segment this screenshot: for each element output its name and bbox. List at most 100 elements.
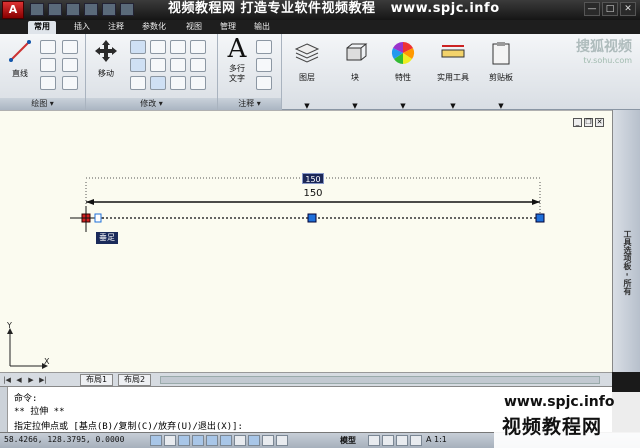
undo-icon[interactable]	[84, 3, 98, 16]
modify-panel-title[interactable]: 修改 ▾	[86, 98, 217, 110]
application-menu-button[interactable]: A	[2, 1, 24, 19]
tab-manage[interactable]: 管理	[214, 21, 242, 34]
annotation-panel-title[interactable]: 注释 ▾	[218, 98, 281, 110]
tab-annotate[interactable]: 注释	[102, 21, 130, 34]
layers-button[interactable]: 图层 ▼	[286, 38, 328, 110]
quick-properties-toggle[interactable]	[276, 435, 288, 446]
zoom-icon[interactable]	[410, 435, 422, 446]
tab-insert[interactable]: 插入	[68, 21, 96, 34]
osnap-toggle[interactable]	[206, 435, 218, 446]
ellipse-icon[interactable]	[40, 76, 56, 90]
plot-icon[interactable]	[120, 3, 134, 16]
chevron-down-icon: ▼	[352, 102, 358, 110]
rectangle-icon[interactable]	[62, 76, 78, 90]
dimension-icon[interactable]	[256, 40, 272, 54]
block-button[interactable]: 块 ▼	[334, 38, 376, 110]
horizontal-scrollbar[interactable]	[160, 376, 600, 384]
first-tab-icon[interactable]: |◀	[2, 375, 12, 385]
banner-text: 视频教程网 打造专业软件视频教程	[168, 1, 376, 16]
hatch-icon[interactable]	[62, 58, 78, 72]
ducs-toggle[interactable]	[234, 435, 246, 446]
perpendicular-snap-marker	[94, 213, 102, 223]
tab-layout1[interactable]: 布局1	[80, 374, 114, 386]
title-bar: A 视频教程网 打造专业软件视频教程 www.spjc.info — □ ✕	[0, 0, 640, 20]
fillet-icon[interactable]	[170, 58, 186, 72]
draw-panel: 直线 绘图 ▾	[0, 34, 86, 110]
restore-icon[interactable]: ❐	[584, 118, 593, 127]
ribbon: 直线 绘图 ▾ 移动 修改 ▾ A 多行 文字 注释 ▾ 图层 ▼ 块 ▼ 特性…	[0, 34, 640, 110]
erase-icon[interactable]	[190, 40, 206, 54]
move-tool[interactable]: 移动	[90, 38, 122, 79]
annotation-scale[interactable]: A 1:1	[426, 435, 447, 444]
open-icon[interactable]	[48, 3, 62, 16]
tool-palette-strip[interactable]: 工具选项板 - 所有	[612, 110, 640, 372]
offset-icon[interactable]	[170, 76, 186, 90]
scale-icon[interactable]	[130, 76, 146, 90]
grid-toggle[interactable]	[164, 435, 176, 446]
tab-layout2[interactable]: 布局2	[118, 374, 152, 386]
quick-view-icon[interactable]	[382, 435, 394, 446]
leader-icon[interactable]	[256, 58, 272, 72]
pan-icon[interactable]	[396, 435, 408, 446]
prev-tab-icon[interactable]: ◀	[14, 375, 24, 385]
watermark: www.spjc.info 视频教程网	[494, 392, 640, 448]
extend-icon[interactable]	[190, 76, 206, 90]
array-icon[interactable]	[150, 76, 166, 90]
end-grip	[535, 213, 545, 223]
save-icon[interactable]	[66, 3, 80, 16]
otrack-toggle[interactable]	[220, 435, 232, 446]
arc-icon[interactable]	[62, 40, 78, 54]
mtext-tool[interactable]: A 多行 文字	[222, 36, 252, 84]
tab-output[interactable]: 输出	[248, 21, 276, 34]
banner-url: www.spjc.info	[390, 1, 500, 16]
utilities-button[interactable]: 实用工具 ▼	[430, 38, 476, 110]
polar-toggle[interactable]	[192, 435, 204, 446]
clipboard-button[interactable]: 剪贴板 ▼	[480, 38, 522, 110]
trim-icon[interactable]	[170, 40, 186, 54]
close-button[interactable]: ✕	[620, 2, 636, 16]
model-space-button[interactable]: 模型	[340, 435, 356, 446]
new-icon[interactable]	[30, 3, 44, 16]
chevron-down-icon: ▼	[450, 102, 456, 110]
snap-toggle[interactable]	[150, 435, 162, 446]
next-tab-icon[interactable]: ▶	[26, 375, 36, 385]
properties-label: 特性	[395, 73, 411, 82]
close-icon[interactable]: ✕	[595, 118, 604, 127]
layers-icon	[294, 43, 320, 63]
minimize-icon[interactable]: _	[573, 118, 582, 127]
polyline-icon[interactable]	[40, 40, 56, 54]
copy-icon[interactable]	[130, 40, 146, 54]
stretch-icon[interactable]	[130, 58, 146, 72]
drawing-geometry	[70, 177, 545, 232]
command-prompt[interactable]: 指定拉伸点或 [基点(B)/复制(C)/放弃(U)/退出(X)]:	[14, 419, 243, 432]
dyn-toggle[interactable]	[248, 435, 260, 446]
tab-view[interactable]: 视图	[180, 21, 208, 34]
command-history-grip[interactable]	[0, 387, 8, 433]
rotate-icon[interactable]	[150, 40, 166, 54]
command-history-line: ** 拉伸 **	[14, 407, 65, 417]
window-controls: — □ ✕	[584, 2, 636, 16]
last-tab-icon[interactable]: ▶|	[38, 375, 48, 385]
table-icon[interactable]	[256, 76, 272, 90]
ucs-icon: Y X	[6, 322, 50, 369]
minimize-button[interactable]: —	[584, 2, 600, 16]
clipboard-icon	[492, 42, 510, 65]
chevron-down-icon: ▼	[304, 102, 310, 110]
coordinate-display[interactable]: 58.4266, 128.3795, 0.0000	[4, 435, 124, 444]
layout-view-icon[interactable]	[368, 435, 380, 446]
draw-panel-title[interactable]: 绘图 ▾	[0, 98, 85, 110]
tab-home[interactable]: 常用	[28, 21, 56, 34]
tab-parametric[interactable]: 参数化	[136, 21, 172, 34]
title-banner: 视频教程网 打造专业软件视频教程 www.spjc.info	[168, 0, 500, 20]
line-tool[interactable]: 直线	[4, 38, 36, 79]
text-a-icon: A	[227, 34, 247, 64]
properties-button[interactable]: 特性 ▼	[382, 38, 424, 110]
lineweight-toggle[interactable]	[262, 435, 274, 446]
maximize-button[interactable]: □	[602, 2, 618, 16]
redo-icon[interactable]	[102, 3, 116, 16]
circle-icon[interactable]	[40, 58, 56, 72]
explode-icon[interactable]	[190, 58, 206, 72]
ortho-toggle[interactable]	[178, 435, 190, 446]
dynamic-input-box[interactable]: 150	[302, 173, 324, 184]
mirror-icon[interactable]	[150, 58, 166, 72]
